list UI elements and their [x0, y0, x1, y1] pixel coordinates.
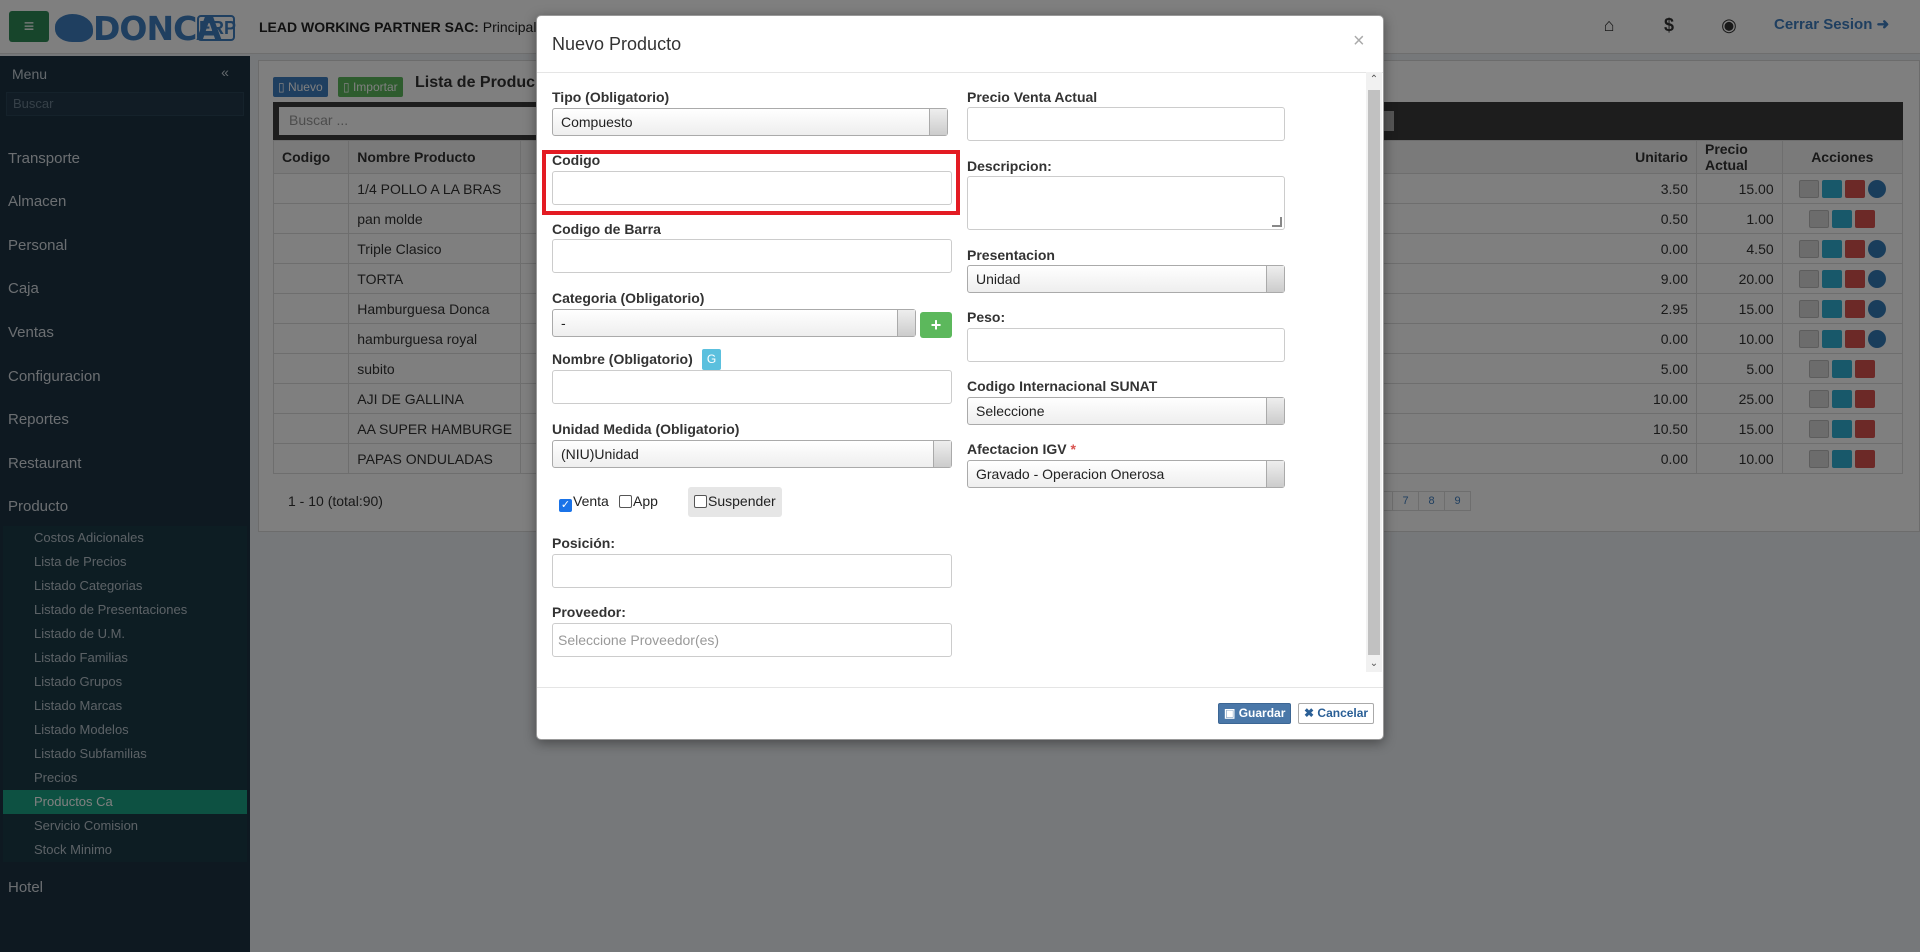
scroll-down-icon[interactable]: ⌄ [1366, 656, 1382, 672]
sunat-label: Codigo Internacional SUNAT [967, 378, 1158, 394]
proveedor-select[interactable]: Seleccione Proveedor(es) [552, 623, 952, 657]
posicion-label: Posición: [552, 535, 616, 551]
proveedor-label: Proveedor: [552, 604, 626, 620]
codigo-input[interactable] [552, 171, 952, 205]
categoria-select[interactable]: - [552, 309, 916, 337]
checkbox-checked-icon: ✓ [559, 499, 572, 512]
categoria-label: Categoria (Obligatorio) [552, 290, 705, 306]
add-category-button[interactable]: + [920, 312, 952, 338]
unidad-medida-label: Unidad Medida (Obligatorio) [552, 421, 740, 437]
unidad-medida-select[interactable]: (NIU)Unidad [552, 440, 952, 468]
checkbox-icon [619, 495, 632, 508]
tipo-label: Tipo (Obligatorio) [552, 89, 670, 105]
igv-select[interactable]: Gravado - Operacion Onerosa [967, 460, 1285, 488]
floppy-icon: ▣ [1224, 706, 1236, 720]
precio-venta-input[interactable] [967, 107, 1285, 141]
suspender-checkbox[interactable]: Suspender [688, 487, 782, 517]
modal-scrollbar[interactable]: ⌃ ⌄ [1366, 72, 1382, 672]
divider [537, 72, 1383, 73]
peso-label: Peso: [967, 309, 1006, 325]
descripcion-label: Descripcion: [967, 158, 1052, 174]
descripcion-textarea[interactable] [967, 176, 1285, 230]
dropdown-arrow-icon [929, 109, 947, 135]
scroll-thumb[interactable] [1368, 90, 1380, 655]
igv-label: Afectacion IGV * [967, 441, 1076, 457]
cancel-button[interactable]: ✖ Cancelar [1298, 703, 1375, 724]
app-checkbox[interactable]: App [615, 487, 662, 517]
posicion-input[interactable] [552, 554, 952, 588]
codigo-barra-label: Codigo de Barra [552, 221, 661, 237]
dropdown-arrow-icon [933, 441, 951, 467]
dropdown-arrow-icon [1266, 398, 1284, 424]
precio-venta-label: Precio Venta Actual [967, 89, 1098, 105]
presentacion-select[interactable]: Unidad [967, 265, 1285, 293]
nombre-label: Nombre (Obligatorio) [552, 351, 693, 367]
generate-name-button[interactable]: G [702, 349, 721, 370]
close-icon[interactable]: × [1353, 30, 1365, 53]
presentacion-label: Presentacion [967, 247, 1055, 263]
save-button[interactable]: ▣ Guardar [1218, 703, 1292, 724]
codigo-label: Codigo [552, 152, 601, 168]
times-icon: ✖ [1304, 706, 1315, 720]
tipo-select[interactable]: Compuesto [552, 108, 948, 136]
dropdown-arrow-icon [1266, 266, 1284, 292]
scroll-up-icon[interactable]: ⌃ [1366, 72, 1382, 88]
nombre-input[interactable] [552, 370, 952, 404]
dropdown-arrow-icon [1266, 461, 1284, 487]
divider [537, 687, 1383, 688]
sunat-select[interactable]: Seleccione [967, 397, 1285, 425]
nuevo-producto-modal: Nuevo Producto × Tipo (Obligatorio) Comp… [536, 15, 1384, 740]
dropdown-arrow-icon [897, 310, 915, 336]
modal-title: Nuevo Producto [552, 34, 682, 54]
venta-checkbox[interactable]: ✓ Venta [555, 487, 613, 517]
resize-handle-icon[interactable] [1272, 217, 1282, 227]
checkbox-icon [694, 495, 707, 508]
peso-input[interactable] [967, 328, 1285, 362]
codigo-barra-input[interactable] [552, 239, 952, 273]
